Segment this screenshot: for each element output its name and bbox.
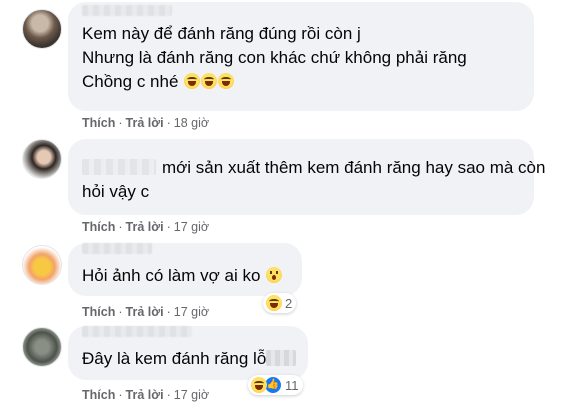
author-name-redacted[interactable] xyxy=(82,243,152,254)
comment-time[interactable]: 17 giờ xyxy=(174,220,209,234)
comment-bubble: mới sản xuất thêm kem đánh răng hay sao … xyxy=(68,139,545,215)
comment-text-line: hỏi vậy c xyxy=(82,182,150,201)
separator: · xyxy=(118,388,123,402)
laugh-emoji-icon xyxy=(266,295,282,311)
comment-text: Hỏi ảnh có làm vợ ai ko xyxy=(82,266,261,285)
separator: · xyxy=(166,305,171,319)
comment-text: Đây là kem đánh răng lỗ xyxy=(82,349,267,368)
comment-time[interactable]: 17 giờ xyxy=(174,305,209,319)
avatar[interactable] xyxy=(22,9,62,49)
reply-button[interactable]: Trả lời xyxy=(126,388,164,402)
comment-text-line: Kem này để đánh răng đúng rồi còn j xyxy=(82,24,361,43)
comment-text-line: mới sản xuất thêm kem đánh răng hay sao … xyxy=(82,156,545,180)
comment-text-line: Chồng c nhé xyxy=(82,70,520,94)
avatar[interactable] xyxy=(22,139,62,179)
avatar[interactable] xyxy=(22,327,62,367)
laugh-emoji-icon xyxy=(201,73,218,89)
comment-text-line: Nhưng là đánh răng con khác chứ không ph… xyxy=(82,48,467,67)
separator: · xyxy=(166,220,171,234)
comment-bubble: Đây là kem đánh răng lỗ xyxy=(68,326,308,380)
separator: · xyxy=(118,116,123,130)
comment-text-line: Hỏi ảnh có làm vợ ai ko xyxy=(82,264,288,288)
laugh-emoji-icon xyxy=(251,377,267,393)
reaction-summary[interactable]: 2 xyxy=(263,293,297,313)
wow-emoji-icon xyxy=(266,267,283,283)
comment-text: mới sản xuất thêm kem đánh răng hay sao … xyxy=(162,158,546,177)
comment-text-line: Đây là kem đánh răng lỗ xyxy=(82,347,297,371)
reply-button[interactable]: Trả lời xyxy=(126,220,164,234)
comment-bubble: Kem này để đánh răng đúng rồi còn j Nhưn… xyxy=(68,2,534,111)
comment-time[interactable]: 18 giờ xyxy=(174,116,209,130)
like-button[interactable]: Thích xyxy=(82,388,115,402)
comment-actions: Thích · Trả lời · 17 giờ xyxy=(82,220,209,234)
comment-time[interactable]: 17 giờ xyxy=(174,388,209,402)
separator: · xyxy=(118,305,123,319)
comment-actions: Thích · Trả lời · 17 giờ xyxy=(82,388,209,402)
avatar[interactable] xyxy=(22,245,62,285)
comment-bubble: Hỏi ảnh có làm vợ ai ko xyxy=(68,243,302,296)
author-name-redacted[interactable] xyxy=(82,326,192,337)
separator: · xyxy=(166,388,171,402)
laugh-emoji-icon xyxy=(218,73,235,89)
laugh-emoji-icon xyxy=(184,73,201,89)
comment-actions: Thích · Trả lời · 18 giờ xyxy=(82,116,209,130)
separator: · xyxy=(166,116,171,130)
like-button[interactable]: Thích xyxy=(82,305,115,319)
author-name-redacted[interactable] xyxy=(82,159,156,175)
reaction-summary[interactable]: 👍 11 xyxy=(248,375,303,395)
reaction-count: 11 xyxy=(285,377,299,393)
redacted-text xyxy=(266,350,297,366)
like-button[interactable]: Thích xyxy=(82,116,115,130)
reply-button[interactable]: Trả lời xyxy=(126,305,164,319)
reaction-count: 2 xyxy=(285,295,293,311)
reply-button[interactable]: Trả lời xyxy=(126,116,164,130)
comment-actions: Thích · Trả lời · 17 giờ xyxy=(82,305,209,319)
author-name-redacted[interactable] xyxy=(82,5,172,16)
separator: · xyxy=(118,220,123,234)
comment-text: Chồng c nhé xyxy=(82,72,179,91)
like-button[interactable]: Thích xyxy=(82,220,115,234)
